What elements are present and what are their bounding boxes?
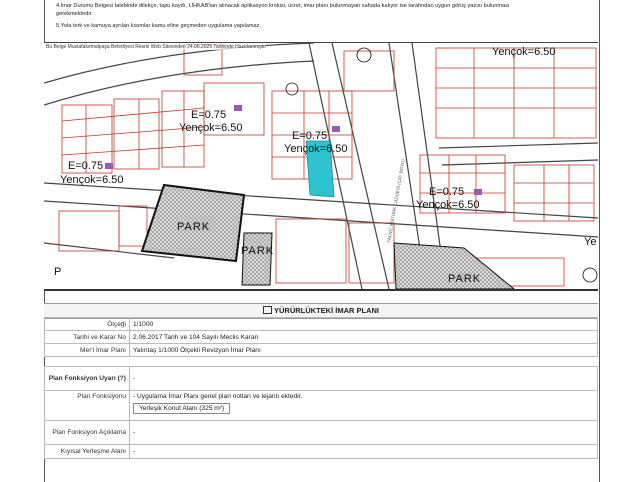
coastal-area-label: Kıyısal Yerleşme Alanı bbox=[44, 444, 130, 459]
zone-label-e-4: E=0.75 bbox=[429, 186, 464, 198]
decision-value: 2.06.2017 Tarih ve 104 Sayılı Meclis Kar… bbox=[129, 330, 598, 344]
park-label-3: PARK bbox=[448, 273, 481, 285]
table-row: Plan Fonksiyon Açıklama - bbox=[44, 420, 598, 445]
road-right-lower bbox=[441, 159, 598, 166]
note-4: 4.İmar Durumu Belgesi talebinde dilekçe,… bbox=[56, 3, 510, 9]
plan-function-value: - Uygulama İmar Planı genel plan notları… bbox=[133, 393, 303, 400]
road-name: YALNIZ ATATÜRK CADDESİ (ÇAY BOYU) bbox=[385, 158, 406, 243]
zone-label-h-2: Yençok=6.50 bbox=[284, 143, 348, 155]
scale-value: 1/1000 bbox=[129, 317, 598, 331]
zone-label-e-1: E=0.75 bbox=[191, 109, 226, 121]
plan-function-cell: - Uygulama İmar Planı genel plan notları… bbox=[129, 390, 598, 421]
plan-name-value: Yalıntaş 1/1000 Ölçekli Revizyon İmar Pl… bbox=[129, 343, 598, 357]
function-warning-label: Plan Fonksiyon Uyarı (?) bbox=[44, 366, 130, 391]
plan-notes: 4.İmar Durumu Belgesi talebinde dilekçe,… bbox=[0, 0, 640, 40]
coastal-area-value: - bbox=[129, 444, 598, 459]
park-label-1: PARK bbox=[177, 221, 210, 233]
function-description-label: Plan Fonksiyon Açıklama bbox=[44, 420, 130, 445]
table-row: Plan Fonksiyonu - Uygulama İmar Planı ge… bbox=[44, 390, 598, 421]
land-use-badge: Yerleşik Konut Alanı (325 m²) bbox=[133, 403, 231, 414]
park-area-2 bbox=[241, 232, 273, 286]
note-5: 5.Yola terk ve kamuya ayrılan kısımlar k… bbox=[56, 23, 261, 29]
plan-info-table: Ölçeği 1/1000 Tarihi ve Karar No 2.06.20… bbox=[44, 317, 598, 459]
zone-label-h-3: Yençok=6.50 bbox=[60, 174, 124, 186]
zone-label-h-4: Yençok=6.50 bbox=[416, 199, 480, 211]
function-description-value: - bbox=[129, 420, 598, 445]
map-drawing: E=0.75 Yençok=6.50 E=0.75 Yençok=6.50 E=… bbox=[44, 43, 598, 289]
function-warning-value: - bbox=[129, 366, 598, 391]
plan-function-label: Plan Fonksiyonu bbox=[44, 390, 130, 421]
road-right-upper bbox=[438, 142, 598, 149]
zone-label-e-2: E=0.75 bbox=[292, 130, 327, 142]
edge-letter-p: P bbox=[54, 266, 61, 278]
table-row-spacer bbox=[45, 357, 598, 367]
table-icon bbox=[263, 306, 272, 314]
road-curve-top-2 bbox=[44, 60, 315, 106]
zone-label-h-5: Yençok=6.50 bbox=[492, 46, 556, 58]
park-label-2: PARK bbox=[241, 245, 274, 257]
table-row: Ölçeği 1/1000 bbox=[44, 317, 598, 331]
zoning-map: E=0.75 Yençok=6.50 E=0.75 Yençok=6.50 E=… bbox=[44, 42, 598, 291]
edge-letter-ye: Ye bbox=[584, 236, 596, 248]
table-row: Kıyısal Yerleşme Alanı - bbox=[44, 444, 598, 459]
note-4-cont: gerekmektedir. bbox=[56, 11, 93, 17]
plan-name-label: Mer'i İmar Planı bbox=[44, 343, 130, 357]
table-row: Plan Fonksiyon Uyarı (?) - bbox=[44, 366, 598, 391]
scale-label: Ölçeği bbox=[44, 317, 130, 331]
road-diagonal-right bbox=[331, 43, 390, 289]
zone-label-h-1: Yençok=6.50 bbox=[179, 122, 243, 134]
map-caption: Bu Belge Mustafakemalpaşa Belediyesi Res… bbox=[46, 44, 267, 50]
zone-label-e-3: E=0.75 bbox=[68, 160, 103, 172]
table-row: Mer'i İmar Planı Yalıntaş 1/1000 Ölçekli… bbox=[44, 343, 598, 357]
decision-label: Tarihi ve Karar No bbox=[44, 330, 130, 344]
table-row: Tarihi ve Karar No 2.06.2017 Tarih ve 10… bbox=[44, 330, 598, 344]
